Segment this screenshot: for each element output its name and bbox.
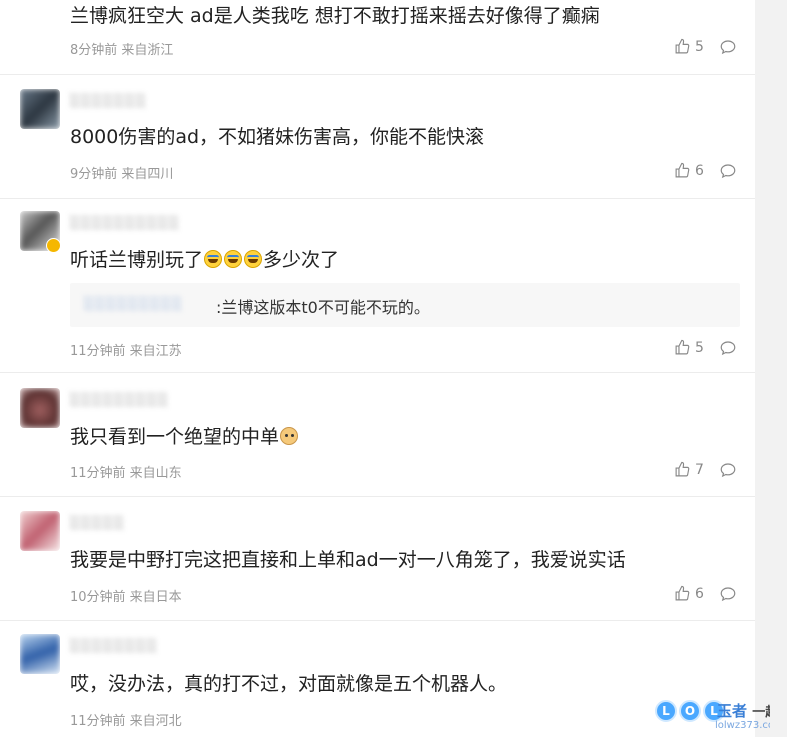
like-count: 5 — [695, 38, 704, 55]
comment-text: 我只看到一个绝望的中单 — [70, 425, 299, 449]
like-count: 6 — [695, 162, 704, 179]
comment-meta: 11分钟前 来自江苏 — [70, 344, 182, 359]
username[interactable]: ░░░░░░░░ — [70, 639, 158, 654]
thumbs-up-icon — [675, 585, 690, 601]
like-button[interactable]: 5 — [674, 339, 704, 356]
laugh-cry-emoji-icon — [244, 250, 263, 268]
comment-text: 我要是中野打完这把直接和上单和ad一对一八角笼了，我爱说实话 — [70, 549, 626, 571]
laugh-cry-emoji-icon — [224, 250, 243, 268]
site-watermark-logo: L O L 玉者 一起上 lolwz373.com — [655, 698, 787, 736]
avatar[interactable] — [20, 511, 60, 551]
comment-text-part: 听话兰博别玩了 — [70, 249, 204, 271]
username[interactable]: ░░░░░ — [70, 516, 125, 531]
comment-text: 8000伤害的ad，不如猪妹伤害高，你能不能快滚 — [70, 126, 485, 148]
comment-meta: 8分钟前 来自浙江 — [70, 43, 174, 58]
thumbs-up-icon — [675, 339, 690, 355]
username[interactable]: ░░░░░░░░░░ — [70, 216, 180, 231]
comment-meta: 11分钟前 来自山东 — [70, 466, 182, 481]
comment-icon[interactable] — [719, 38, 737, 56]
like-count: 6 — [695, 585, 704, 602]
laugh-cry-emoji-icon — [204, 250, 223, 268]
comment-item: ░░░░░░░░░ 我只看到一个绝望的中单 11分钟前 来自山东 7 — [0, 372, 755, 497]
logo-letter: L — [655, 700, 677, 722]
watermark-brand-main: 玉者 — [717, 702, 748, 720]
avatar[interactable] — [20, 634, 60, 674]
like-count: 5 — [695, 339, 704, 356]
avatar[interactable] — [20, 388, 60, 428]
like-count: 7 — [695, 461, 704, 478]
username[interactable]: ░░░░░░░ — [70, 94, 147, 109]
comment-meta: 9分钟前 来自四川 — [70, 167, 174, 182]
quoted-username[interactable]: ░░░░░░░░░ — [84, 297, 183, 312]
comment-item: ░░░░░░░░░░ 听话兰博别玩了 多少次了 ░░░░░░░░░ :兰博这版本t… — [0, 198, 755, 373]
like-button[interactable]: 5 — [674, 38, 704, 55]
thumbs-up-icon — [675, 162, 690, 178]
comment-icon[interactable] — [719, 585, 737, 603]
thumbs-up-icon — [675, 461, 690, 477]
like-button[interactable]: 7 — [674, 461, 704, 478]
comment-icon[interactable] — [719, 162, 737, 180]
comment-icon[interactable] — [719, 339, 737, 357]
comment-text-part: 多少次了 — [263, 249, 340, 271]
thumbs-up-icon — [675, 38, 690, 54]
comment-text: 兰博疯狂空大 ad是人类我吃 想打不敢打摇来摇去好像得了癫痫 — [70, 5, 600, 27]
comment-meta: 10分钟前 来自日本 — [70, 590, 182, 605]
like-button[interactable]: 6 — [674, 585, 704, 602]
logo-letter: O — [679, 700, 701, 722]
quoted-text: :兰博这版本t0不可能不玩的。 — [216, 298, 430, 317]
comment-item: ░░░░░░░ 8000伤害的ad，不如猪妹伤害高，你能不能快滚 9分钟前 来自… — [0, 74, 755, 199]
comment-item: ░░░░░ 我要是中野打完这把直接和上单和ad一对一八角笼了，我爱说实话 10分… — [0, 496, 755, 621]
quoted-reply[interactable]: ░░░░░░░░░ :兰博这版本t0不可能不玩的。 — [70, 283, 740, 327]
avatar[interactable] — [20, 89, 60, 129]
username[interactable]: ░░░░░░░░░ — [70, 393, 169, 408]
comment-text: 哎，没办法，真的打不过，对面就像是五个机器人。 — [70, 673, 508, 695]
comment-meta: 11分钟前 来自河北 — [70, 714, 182, 729]
doge-emoji-icon — [280, 427, 299, 445]
like-button[interactable]: 6 — [674, 162, 704, 179]
comment-text-part: 我只看到一个绝望的中单 — [70, 426, 280, 448]
page-scrollbar[interactable] — [770, 0, 787, 737]
comment-item: 兰博疯狂空大 ad是人类我吃 想打不敢打摇来摇去好像得了癫痫 8分钟前 来自浙江… — [0, 0, 755, 75]
comment-text: 听话兰博别玩了 多少次了 — [70, 248, 339, 272]
comment-list-panel: 兰博疯狂空大 ad是人类我吃 想打不敢打摇来摇去好像得了癫痫 8分钟前 来自浙江… — [0, 0, 787, 737]
comment-icon[interactable] — [719, 461, 737, 479]
comment-item: ░░░░░░░░ 哎，没办法，真的打不过，对面就像是五个机器人。 11分钟前 来… — [0, 620, 755, 737]
verified-badge-icon — [46, 238, 61, 253]
